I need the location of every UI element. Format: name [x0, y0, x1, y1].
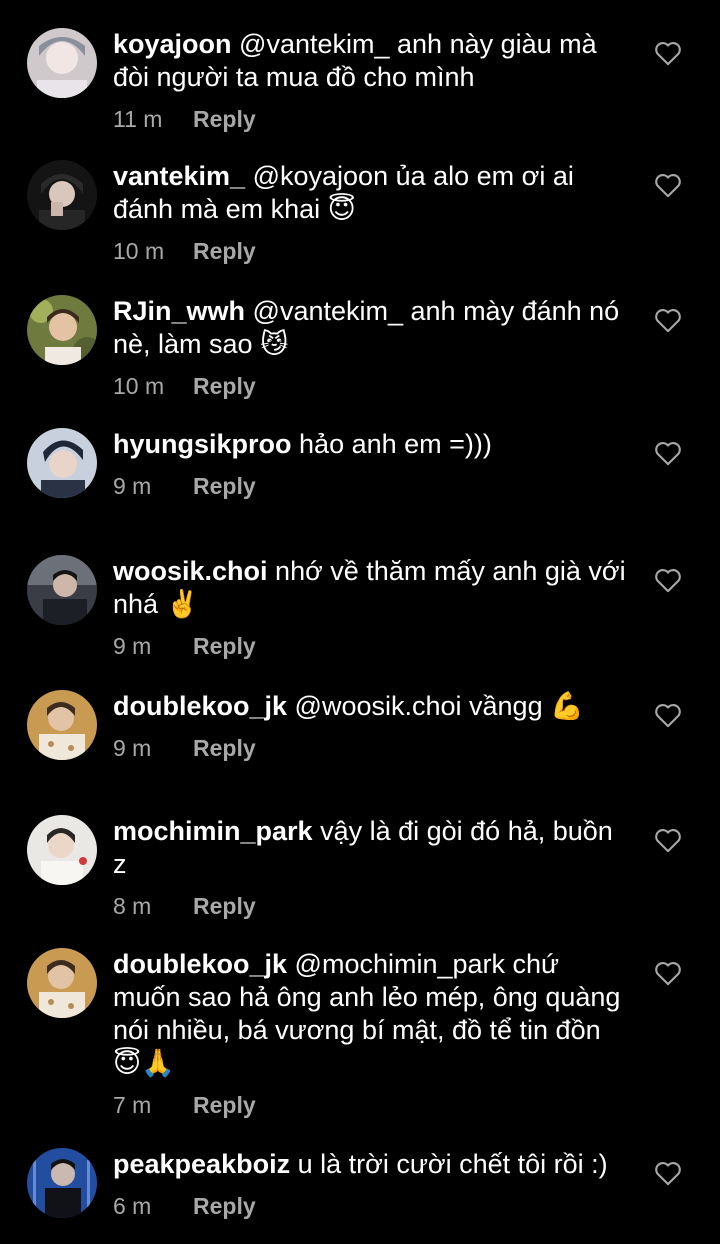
- comment-text: RJin_wwh @vantekim_ anh mày đánh nó nè, …: [113, 295, 633, 361]
- heart-outline-icon[interactable]: [654, 40, 682, 66]
- reply-button[interactable]: Reply: [193, 104, 256, 134]
- reply-button[interactable]: Reply: [193, 236, 256, 266]
- heart-outline-icon[interactable]: [654, 440, 682, 466]
- comment-meta: 7 m Reply: [113, 1090, 633, 1120]
- avatar[interactable]: [27, 690, 97, 760]
- heart-outline-icon[interactable]: [654, 960, 682, 986]
- comment-time: 7 m: [113, 1092, 152, 1118]
- avatar[interactable]: [27, 815, 97, 885]
- comment-meta: 9 m Reply: [113, 733, 633, 763]
- comment-time: 10 m: [113, 238, 165, 264]
- comment-meta: 8 m Reply: [113, 891, 633, 921]
- reply-button[interactable]: Reply: [193, 1191, 256, 1221]
- avatar[interactable]: [27, 555, 97, 625]
- comment-username[interactable]: hyungsikproo: [113, 429, 292, 459]
- heart-outline-icon[interactable]: [654, 307, 682, 333]
- comment-time: 9 m: [113, 735, 152, 761]
- comment-username[interactable]: RJin_wwh: [113, 296, 245, 326]
- comment-meta: 10 m Reply: [113, 236, 633, 266]
- comment-body: @woosik.choi vầngg 💪: [294, 691, 584, 721]
- comment-body: u là trời cười chết tôi rồi :): [297, 1149, 608, 1179]
- comment-meta: 6 m Reply: [113, 1191, 633, 1221]
- comment-username[interactable]: woosik.choi: [113, 556, 268, 586]
- heart-outline-icon[interactable]: [654, 567, 682, 593]
- comment-meta: 9 m Reply: [113, 631, 633, 661]
- comment-username[interactable]: doublekoo_jk: [113, 691, 287, 721]
- comment-text: peakpeakboiz u là trời cười chết tôi rồi…: [113, 1148, 633, 1181]
- comment-meta: 9 m Reply: [113, 471, 633, 501]
- reply-button[interactable]: Reply: [193, 733, 256, 763]
- comment-time: 10 m: [113, 373, 165, 399]
- comment-time: 9 m: [113, 473, 152, 499]
- heart-outline-icon[interactable]: [654, 172, 682, 198]
- heart-outline-icon[interactable]: [654, 1160, 682, 1186]
- avatar[interactable]: [27, 948, 97, 1018]
- comment-time: 8 m: [113, 893, 152, 919]
- comment-time: 11 m: [113, 106, 163, 132]
- comment-text: doublekoo_jk @mochimin_park chứ muốn sao…: [113, 948, 633, 1080]
- comment-text: koyajoon @vantekim_ anh này giàu mà đòi …: [113, 28, 633, 94]
- avatar[interactable]: [27, 295, 97, 365]
- comment-text: woosik.choi nhớ về thăm mấy anh già với …: [113, 555, 633, 621]
- comment-username[interactable]: koyajoon: [113, 29, 232, 59]
- comment-meta: 11 m Reply: [113, 104, 633, 134]
- comment-time: 9 m: [113, 633, 152, 659]
- comment-text: mochimin_park vậy là đi gòi đó hả, buồn …: [113, 815, 633, 881]
- avatar[interactable]: [27, 160, 97, 230]
- avatar[interactable]: [27, 28, 97, 98]
- reply-button[interactable]: Reply: [193, 1090, 256, 1120]
- comment-username[interactable]: mochimin_park: [113, 816, 313, 846]
- comment-username[interactable]: vantekim_: [113, 161, 245, 191]
- avatar[interactable]: [27, 428, 97, 498]
- comment-username[interactable]: doublekoo_jk: [113, 949, 287, 979]
- reply-button[interactable]: Reply: [193, 891, 256, 921]
- reply-button[interactable]: Reply: [193, 371, 256, 401]
- comment-meta: 10 m Reply: [113, 371, 633, 401]
- comment-text: vantekim_ @koyajoon ủa alo em ơi ai đánh…: [113, 160, 633, 226]
- comment-text: hyungsikproo hảo anh em =))): [113, 428, 633, 461]
- avatar[interactable]: [27, 1148, 97, 1218]
- comment-time: 6 m: [113, 1193, 152, 1219]
- comment-text: doublekoo_jk @woosik.choi vầngg 💪: [113, 690, 633, 723]
- reply-button[interactable]: Reply: [193, 471, 256, 501]
- reply-button[interactable]: Reply: [193, 631, 256, 661]
- comment-body: hảo anh em =))): [299, 429, 492, 459]
- heart-outline-icon[interactable]: [654, 827, 682, 853]
- heart-outline-icon[interactable]: [654, 702, 682, 728]
- comment-username[interactable]: peakpeakboiz: [113, 1149, 290, 1179]
